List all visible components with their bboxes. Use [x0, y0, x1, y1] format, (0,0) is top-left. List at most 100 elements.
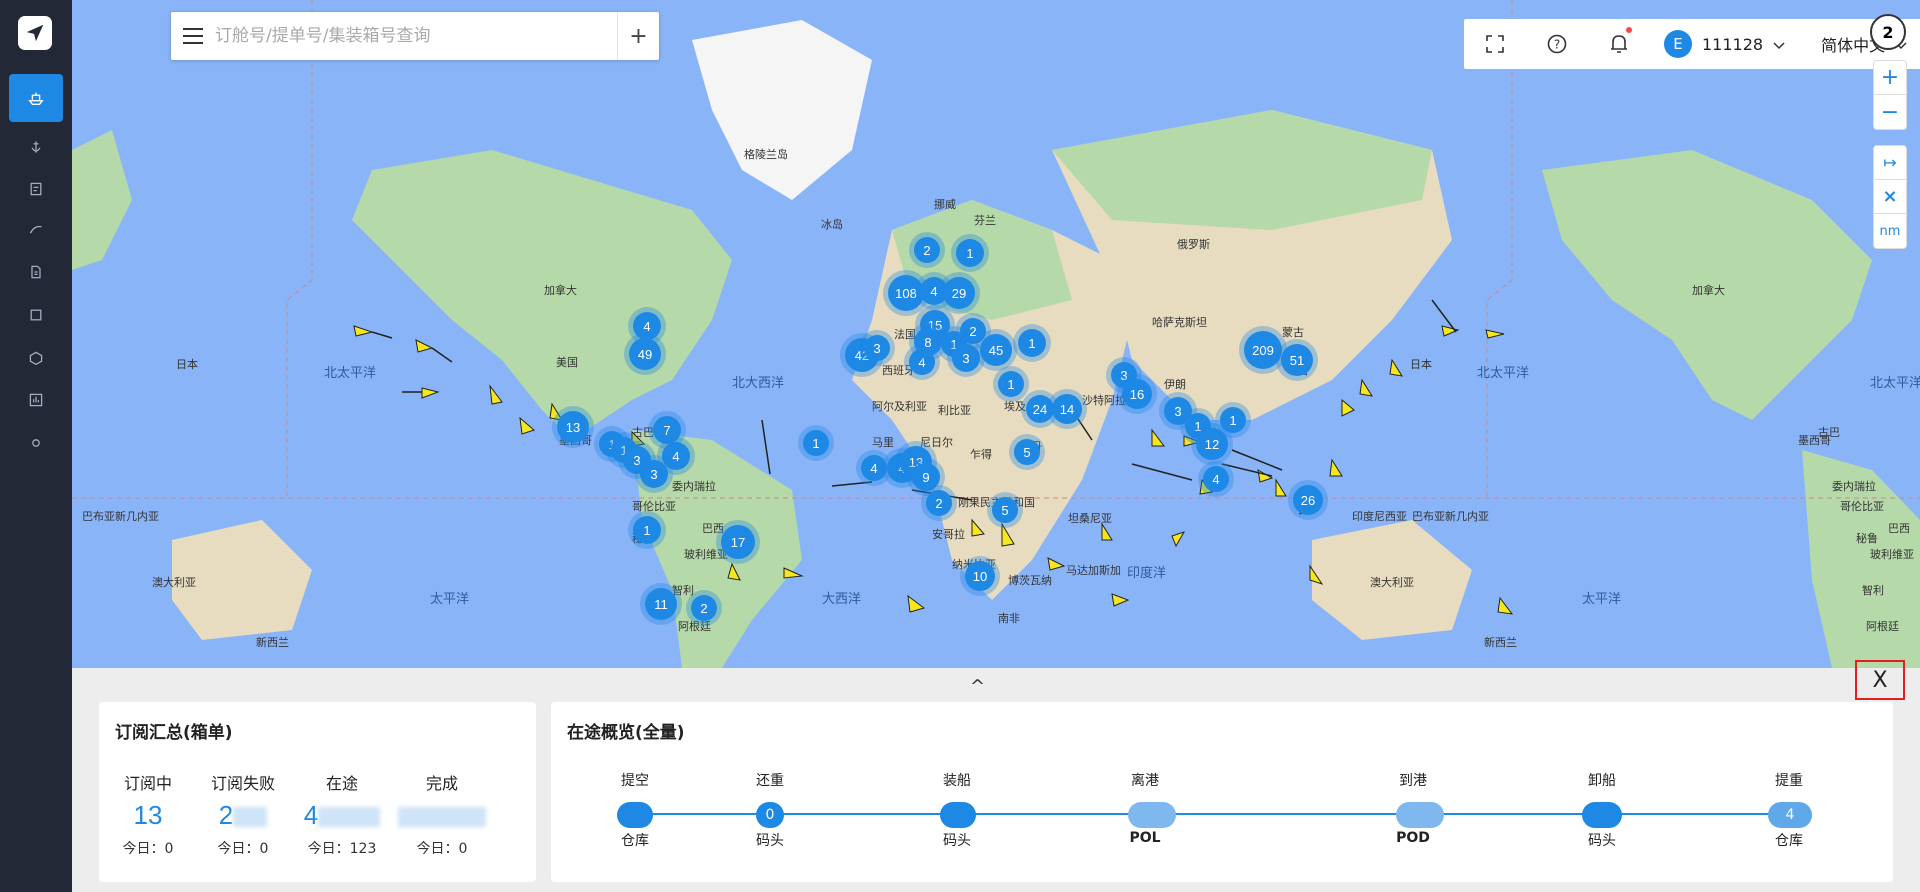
cluster-count: 1	[1018, 329, 1046, 357]
shipment-cluster[interactable]: 1	[993, 366, 1029, 402]
shipment-cluster[interactable]: 3	[635, 455, 673, 493]
add-button[interactable]: +	[617, 12, 659, 60]
stage-node[interactable]	[1128, 802, 1176, 828]
chart-icon	[29, 393, 43, 407]
ship-icon	[28, 92, 44, 105]
shipment-cluster[interactable]: 11	[640, 583, 682, 625]
cluster-count: 5	[1014, 439, 1040, 465]
collapse-caret-icon[interactable]: ^	[970, 676, 985, 697]
cluster-count: 1	[1220, 407, 1246, 433]
shipment-cluster[interactable]: 10	[960, 556, 1000, 596]
container-icon	[29, 351, 43, 366]
shipment-cluster[interactable]: 1	[1215, 402, 1251, 438]
card-title: 在途概览(全量)	[567, 723, 685, 743]
unit-nm-button[interactable]: nm	[1874, 214, 1906, 248]
cluster-count: 4	[1203, 466, 1229, 492]
measure-icon[interactable]: ↦	[1874, 146, 1906, 180]
cluster-count: 2	[914, 237, 940, 263]
shipment-cluster[interactable]: 2	[686, 590, 722, 626]
bill-icon	[30, 309, 42, 321]
shipment-cluster[interactable]: 14	[1047, 389, 1087, 429]
cluster-count: 16	[1122, 379, 1152, 409]
close-panel-button[interactable]: X	[1855, 660, 1905, 700]
booking-icon	[30, 182, 42, 196]
sidebar	[0, 0, 72, 892]
zoom-in-button[interactable]: +	[1874, 61, 1906, 95]
stage-node[interactable]	[940, 802, 976, 828]
stage-node[interactable]: 0	[756, 802, 784, 828]
cluster-count: 26	[1293, 485, 1323, 515]
shipment-cluster[interactable]: 51	[1276, 339, 1318, 381]
sidebar-item-settings[interactable]	[0, 418, 72, 468]
shipment-cluster[interactable]: 16	[1117, 374, 1157, 414]
cluster-count: 13	[557, 411, 589, 443]
shipment-cluster[interactable]: 1	[798, 425, 834, 461]
cluster-count: 45	[980, 334, 1012, 366]
stage-node[interactable]	[617, 802, 653, 828]
world-map[interactable]: 北太平洋 北大西洋 北太平洋 北太平洋 太平洋 大西洋 印度洋 太平洋 格陵兰岛…	[72, 0, 1920, 668]
cluster-count: 1	[998, 371, 1024, 397]
stage-node[interactable]	[1582, 802, 1622, 828]
document-icon	[31, 265, 41, 279]
cluster-count: 10	[965, 561, 995, 591]
shipment-cluster[interactable]: 45	[975, 329, 1017, 371]
bell-icon[interactable]	[1588, 19, 1650, 69]
route-icon	[29, 225, 42, 234]
cluster-count: 2	[926, 490, 952, 516]
shipment-cluster[interactable]: 1	[951, 234, 989, 272]
clear-measure-icon[interactable]: ×	[1874, 180, 1906, 214]
cluster-count: 49	[629, 338, 661, 370]
anchor-icon	[31, 141, 41, 153]
notification-dot	[1626, 27, 1632, 33]
cluster-count: 51	[1281, 344, 1313, 376]
card-title: 订阅汇总(箱单)	[115, 723, 233, 743]
shipment-cluster[interactable]: 4	[1198, 461, 1234, 497]
summary-item-subscribing[interactable]: 订阅中 13 今日：0	[93, 770, 203, 858]
shipment-cluster[interactable]: 1	[628, 511, 666, 549]
count-badge[interactable]: 2	[1870, 14, 1906, 50]
shipment-cluster[interactable]: 13	[552, 406, 594, 448]
subscription-summary-card: 订阅汇总(箱单) 订阅中 13 今日：0 订阅失败 2 今日：0 在途 4 今日…	[99, 702, 536, 882]
stage-node[interactable]	[1396, 802, 1444, 828]
shipment-cluster[interactable]: 26	[1288, 480, 1328, 520]
menu-icon[interactable]	[171, 12, 215, 60]
search-bar: +	[171, 12, 659, 60]
shipment-cluster[interactable]: 49	[624, 333, 666, 375]
chevron-down-icon[interactable]	[1773, 35, 1785, 54]
app-logo[interactable]	[18, 16, 52, 50]
summary-item-complete[interactable]: 完成 今日：0	[387, 770, 497, 858]
gear-icon	[32, 439, 40, 447]
shipment-cluster[interactable]: 5	[1009, 434, 1045, 470]
shipment-cluster[interactable]: 2	[909, 232, 945, 268]
cluster-count: 29	[943, 277, 975, 309]
help-icon[interactable]: ?	[1526, 19, 1588, 69]
cluster-count: 14	[1052, 394, 1082, 424]
shipment-cluster[interactable]: 3	[859, 330, 895, 366]
shipment-cluster[interactable]: 2	[921, 485, 957, 521]
avatar[interactable]: E	[1664, 30, 1692, 58]
top-toolbar: ? E 111128 简体中文	[1464, 19, 1920, 69]
measure-controls: ↦ × nm	[1873, 145, 1907, 249]
cluster-count: 17	[721, 525, 755, 559]
cluster-count: 1	[803, 430, 829, 456]
cluster-count: 3	[640, 460, 668, 488]
cluster-count: 5	[992, 497, 1018, 523]
cluster-count: 3	[864, 335, 890, 361]
stage-node[interactable]: 4	[1768, 802, 1812, 828]
shipment-cluster[interactable]: 1	[1013, 324, 1051, 362]
cluster-count: 11	[645, 588, 677, 620]
cluster-count: 1	[633, 516, 661, 544]
zoom-controls: + −	[1873, 60, 1907, 130]
navigation-arrow-icon	[26, 24, 44, 42]
summary-item-failed[interactable]: 订阅失败 2 今日：0	[188, 770, 298, 858]
sidebar-item-vessel[interactable]	[0, 73, 72, 123]
username[interactable]: 111128	[1702, 35, 1763, 54]
summary-item-in-transit[interactable]: 在途 4 今日：123	[287, 770, 397, 858]
shipment-cluster[interactable]: 17	[716, 520, 760, 564]
fullscreen-icon[interactable]	[1464, 19, 1526, 69]
zoom-out-button[interactable]: −	[1874, 95, 1906, 129]
search-input[interactable]	[215, 26, 617, 46]
shipment-cluster[interactable]: 5	[987, 492, 1023, 528]
cluster-count: 2	[691, 595, 717, 621]
cluster-count: 1	[956, 239, 984, 267]
